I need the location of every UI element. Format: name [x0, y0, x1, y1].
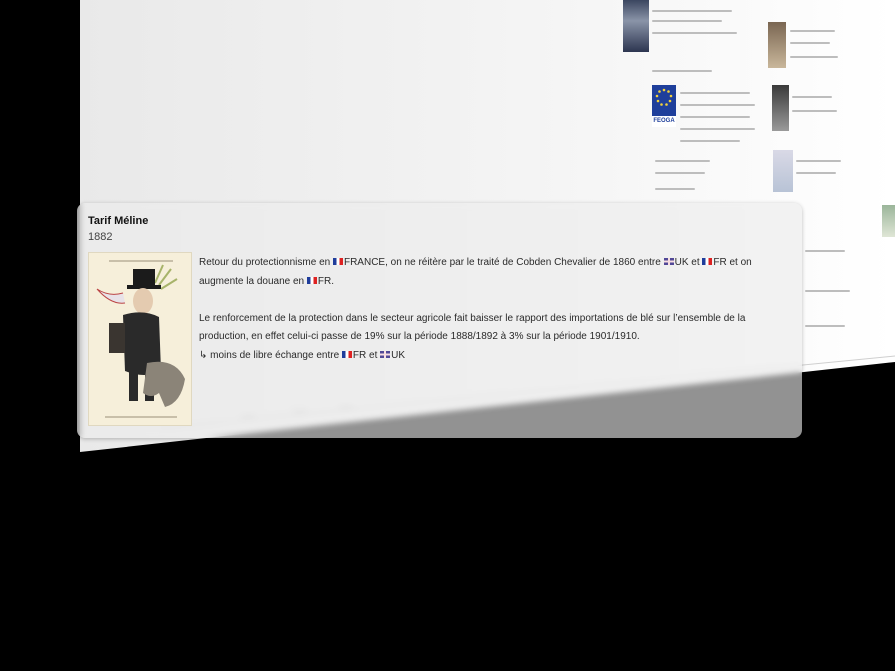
bg-text-line — [655, 160, 710, 162]
description-text: Le renforcement de la protection dans le… — [199, 312, 746, 343]
eu-stars-icon — [655, 88, 673, 106]
bg-text-line — [655, 172, 705, 174]
description-text: UK — [391, 349, 406, 361]
bg-text-line — [655, 188, 695, 190]
uk-flag-icon — [663, 258, 674, 265]
event-popup-card[interactable]: Tarif Méline 1882 Retour du protectionni… — [77, 203, 802, 438]
france-flag-icon — [341, 350, 352, 358]
bg-thumbnail-2 — [772, 85, 789, 131]
bg-portrait-thumbnail — [623, 0, 649, 52]
bg-text-line — [790, 30, 835, 32]
bg-text-line — [796, 172, 836, 174]
bg-thumbnail-3 — [773, 150, 793, 192]
bg-text-line — [652, 32, 737, 34]
bg-text-line — [790, 56, 838, 58]
description-text: Retour du protectionnisme en — [199, 257, 333, 268]
event-title: Tarif Méline — [88, 215, 149, 227]
bg-text-line — [805, 290, 850, 292]
bg-text-line — [792, 96, 832, 98]
description-text: ↳ moins de libre échange entre — [199, 349, 342, 361]
bg-text-line — [792, 110, 837, 112]
bg-text-line — [680, 128, 755, 130]
france-flag-icon — [306, 276, 317, 284]
event-caricature-image — [88, 252, 192, 426]
description-conclusion: ↳ moins de libre échange entre FR et UK — [199, 347, 789, 366]
france-flag-icon — [702, 258, 713, 265]
france-flag-icon — [332, 258, 343, 265]
event-date: 1882 — [88, 231, 113, 243]
bg-text-line — [680, 116, 750, 118]
bg-thumbnail-4 — [882, 205, 895, 237]
bg-text-line — [680, 92, 750, 94]
description-paragraph: Retour du protectionnisme en FRANCE, on … — [199, 254, 789, 291]
uk-flag-icon — [380, 350, 391, 358]
description-text: UK et — [674, 257, 703, 268]
bg-text-line — [680, 140, 740, 142]
bg-text-line — [680, 104, 755, 106]
event-description: Retour du protectionnisme en FRANCE, on … — [199, 254, 789, 365]
caricature-illustration — [89, 253, 191, 425]
feoga-label: FEOGA — [652, 116, 676, 127]
bg-text-line — [652, 70, 712, 72]
description-paragraph: Le renforcement de la protection dans le… — [199, 310, 789, 347]
description-text: FR et — [352, 349, 381, 361]
bg-text-line — [790, 42, 830, 44]
bg-text-line — [796, 160, 841, 162]
bg-text-line — [652, 10, 732, 12]
description-text: FR. — [317, 275, 334, 287]
description-text: FRANCE, on ne réitère par le traité de C… — [343, 257, 664, 268]
bg-text-line — [652, 20, 722, 22]
bg-thumbnail-1 — [768, 22, 786, 68]
bg-text-line — [805, 325, 845, 327]
bg-text-line — [805, 250, 845, 252]
eu-flag-thumbnail: FEOGA — [652, 85, 676, 127]
